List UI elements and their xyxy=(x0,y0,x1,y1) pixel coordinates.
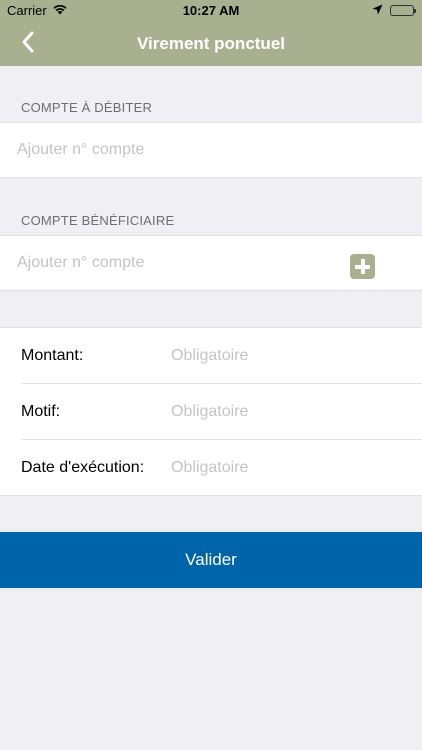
page-title: Virement ponctuel xyxy=(137,34,285,53)
amount-label: Montant: xyxy=(21,347,84,364)
back-button[interactable] xyxy=(14,30,42,58)
beneficiary-account-input[interactable] xyxy=(17,236,337,290)
chevron-left-icon xyxy=(21,31,35,58)
carrier-group: Carrier xyxy=(7,3,68,18)
wifi-icon xyxy=(52,3,68,18)
plus-square-icon[interactable] xyxy=(350,254,375,279)
battery-icon xyxy=(390,5,416,16)
amount-input[interactable] xyxy=(171,328,411,384)
date-row: Date d'exécution: xyxy=(0,440,422,496)
date-label: Date d'exécution: xyxy=(21,459,145,476)
debit-account-cell[interactable] xyxy=(0,122,422,178)
reason-row: Motif: xyxy=(0,384,422,440)
date-input[interactable] xyxy=(171,440,411,496)
amount-row: Montant: xyxy=(0,328,422,384)
validate-button[interactable]: Valider xyxy=(0,532,422,588)
reason-input[interactable] xyxy=(171,384,411,440)
reason-label: Motif: xyxy=(21,403,61,420)
nav-bar: Virement ponctuel xyxy=(0,21,422,66)
status-bar: Carrier 10:27 AM xyxy=(0,0,422,21)
debit-account-input[interactable] xyxy=(17,123,337,177)
status-right-group xyxy=(372,3,416,18)
transfer-details-form: Montant: Motif: Date d'exécution: xyxy=(0,327,422,496)
beneficiary-section-header: COMPTE BÉNÉFICIAIRE xyxy=(21,213,175,228)
carrier-label: Carrier xyxy=(7,3,47,18)
debit-section-header: COMPTE À DÉBITER xyxy=(21,100,153,115)
location-arrow-icon xyxy=(372,3,383,18)
beneficiary-account-cell[interactable] xyxy=(0,235,422,291)
